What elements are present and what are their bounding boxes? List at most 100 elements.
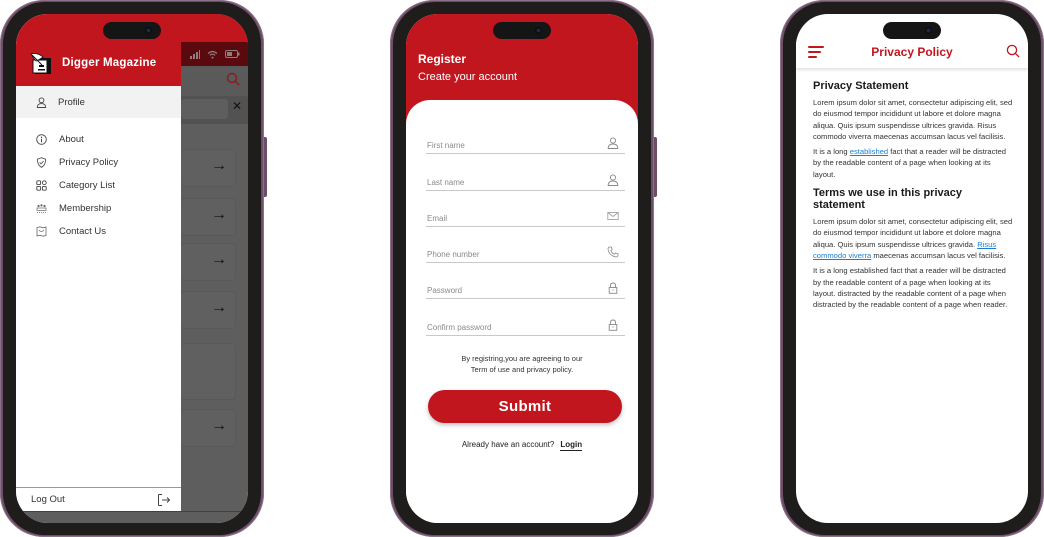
drawer-item-category-list[interactable]: Category List <box>16 174 181 197</box>
search-icon[interactable] <box>1006 44 1020 58</box>
confirm-password-input[interactable] <box>427 323 597 332</box>
drawer-item-contact-us[interactable]: Contact Us <box>16 220 181 243</box>
email-input[interactable] <box>427 214 597 223</box>
background-card[interactable]: → <box>181 244 235 280</box>
text: It is a long <box>813 147 850 157</box>
phone-privacy-policy-screen: Privacy Policy Privacy Statement Lorem i… <box>780 0 1044 537</box>
logout-icon <box>158 493 171 506</box>
drawer-item-privacy-policy[interactable]: Privacy Policy <box>16 151 181 174</box>
background-card[interactable]: → <box>181 410 235 446</box>
background-card[interactable]: → <box>181 292 235 328</box>
user-icon <box>607 174 619 186</box>
register-screen: Register Create your account First name … <box>406 14 638 523</box>
map-icon <box>36 226 47 237</box>
phone-register-screen: Register Create your account First name … <box>390 0 657 537</box>
page-subtitle: Create your account <box>418 71 518 83</box>
drawer-item-profile[interactable]: Profile <box>16 86 181 118</box>
register-form-card <box>406 100 638 523</box>
established-link[interactable]: established <box>850 147 888 156</box>
phone-icon <box>607 246 619 258</box>
page-title: Privacy Policy <box>871 45 953 59</box>
mail-icon <box>607 212 619 220</box>
terms-text: By registring,you are agreeing to our Te… <box>406 353 638 375</box>
arrow-right-icon: → <box>211 299 227 316</box>
background-card[interactable] <box>181 344 235 399</box>
text: maecenas accumsan lacus vel facilisis. <box>871 250 1006 260</box>
drawer-menu-list: About Privacy Policy Category List Membe… <box>16 128 181 243</box>
arrow-right-icon: → <box>211 417 227 434</box>
dynamic-island <box>883 22 941 39</box>
background-card[interactable]: → <box>181 150 235 186</box>
app-bar: Privacy Policy <box>796 38 1028 68</box>
terms-line-2[interactable]: Term of use and privacy policy. <box>406 364 638 375</box>
password-field[interactable] <box>426 277 625 299</box>
arrow-right-icon: → <box>211 157 227 174</box>
group-icon <box>36 203 47 214</box>
background-app-bar <box>181 66 248 96</box>
camera-icon <box>145 27 152 34</box>
status-bar <box>181 42 248 66</box>
camera-icon <box>535 27 542 34</box>
arrow-right-icon: → <box>211 206 227 223</box>
divider <box>16 511 248 512</box>
drawer-item-label: Profile <box>58 96 85 108</box>
email-field[interactable] <box>426 205 625 227</box>
drawer-item-label: Contact Us <box>59 226 106 237</box>
clear-icon[interactable]: ✕ <box>232 99 242 113</box>
paragraph: It is a long established fact that a rea… <box>813 146 1015 180</box>
background-card[interactable]: → <box>181 199 235 235</box>
phone-bezel: Privacy Policy Privacy Statement Lorem i… <box>783 2 1041 535</box>
privacy-policy-screen: Privacy Policy Privacy Statement Lorem i… <box>796 14 1028 523</box>
app-name: Digger Magazine <box>62 57 157 69</box>
submit-button[interactable]: Submit <box>428 390 622 423</box>
background-search-row: ✕ <box>181 96 248 124</box>
drawer-item-about[interactable]: About <box>16 128 181 151</box>
drawer-screen: ✕ → → → → → Digger Magazine Profile Abou… <box>16 14 248 523</box>
login-prompt-text: Already have an account? <box>461 440 555 449</box>
camera-icon <box>925 27 932 34</box>
first-name-input[interactable] <box>427 141 597 150</box>
first-name-field[interactable] <box>426 132 625 154</box>
drawer-item-label: Privacy Policy <box>59 157 119 168</box>
phone-bezel: Register Create your account First name … <box>393 2 651 535</box>
last-name-input[interactable] <box>427 178 597 187</box>
dynamic-island <box>103 22 161 39</box>
drawer-item-label: Membership <box>59 203 112 214</box>
logout-button[interactable]: Log Out <box>16 487 181 511</box>
paragraph: Lorem ipsum dolor sit amet, consectetur … <box>813 216 1015 261</box>
section-heading: Privacy Statement <box>813 80 909 92</box>
login-link[interactable]: Login <box>560 440 583 451</box>
policy-content: Privacy Statement Lorem ipsum dolor sit … <box>813 80 1015 314</box>
navigation-drawer: Digger Magazine Profile About Privacy Po… <box>16 14 181 511</box>
login-prompt-row: Already have an account? Login <box>406 440 638 451</box>
page-title: Register <box>418 52 467 66</box>
paragraph: Lorem ipsum dolor sit amet, consectetur … <box>813 98 1013 141</box>
phone-side-button <box>264 137 267 197</box>
phone-bezel: ✕ → → → → → Digger Magazine Profile Abou… <box>3 2 261 535</box>
lock-icon <box>608 282 618 294</box>
last-name-field[interactable] <box>426 169 625 191</box>
grid-icon <box>36 180 47 191</box>
confirm-password-field[interactable] <box>426 314 625 336</box>
background-search-field[interactable] <box>181 99 228 119</box>
logout-label: Log Out <box>31 494 65 505</box>
quill-pen-logo-icon <box>30 53 51 74</box>
user-icon <box>36 96 47 108</box>
wifi-icon <box>207 50 218 59</box>
arrow-right-icon: → <box>211 251 227 268</box>
drawer-item-membership[interactable]: Membership <box>16 197 181 220</box>
phone-drawer-screen: ✕ → → → → → Digger Magazine Profile Abou… <box>0 0 267 537</box>
terms-line-1: By registring,you are agreeing to our <box>461 354 583 363</box>
phone-number-input[interactable] <box>427 250 597 259</box>
drawer-item-label: About <box>59 134 84 145</box>
section-heading: Terms we use in this privacy statement <box>813 187 962 212</box>
drawer-item-label: Category List <box>59 180 115 191</box>
paragraph: It is a long established fact that a rea… <box>813 266 1008 310</box>
user-icon <box>607 137 619 149</box>
password-input[interactable] <box>427 286 597 295</box>
search-icon[interactable] <box>226 72 240 86</box>
phone-number-field[interactable] <box>426 241 625 263</box>
signal-icon <box>190 49 200 59</box>
shield-check-icon <box>36 157 47 168</box>
lock-icon <box>608 319 618 331</box>
